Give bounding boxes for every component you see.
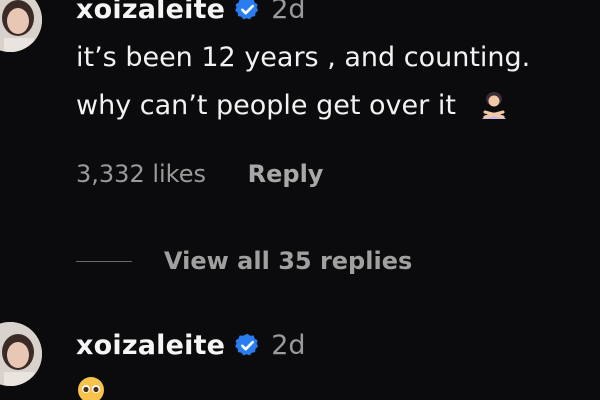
view-replies-label: View all 35 replies (164, 247, 413, 275)
person-gesturing-no-emoji (479, 90, 509, 120)
comment-actions: 3,332 likes Reply (76, 160, 323, 188)
comment-text-line-2: why can’t people get over it (76, 90, 456, 121)
comment-text-line-2-wrapper: why can’t people get over it (76, 90, 509, 121)
comment-text-line-1: it’s been 12 years , and counting. (76, 42, 531, 73)
avatar[interactable] (0, 0, 42, 52)
view-replies-button[interactable]: View all 35 replies (76, 247, 412, 275)
divider-line (76, 260, 132, 262)
username[interactable]: xoizaleite (76, 330, 225, 361)
like-count[interactable]: 3,332 likes (76, 160, 206, 188)
avatar[interactable] (0, 322, 42, 386)
reply-button[interactable]: Reply (248, 160, 324, 188)
timestamp: 2d (271, 330, 306, 361)
verified-badge-icon (234, 0, 261, 23)
verified-badge-icon (234, 332, 261, 359)
pleading-face-emoji (76, 375, 106, 400)
username[interactable]: xoizaleite (76, 0, 225, 25)
timestamp: 2d (271, 0, 306, 25)
